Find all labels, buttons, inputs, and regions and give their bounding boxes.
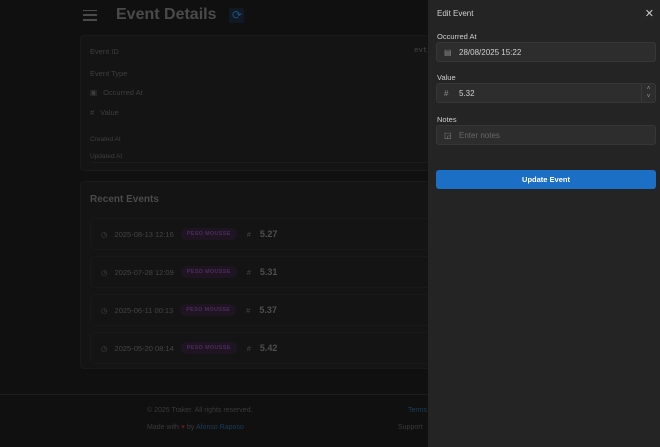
- created-at-label: Created At: [90, 136, 121, 143]
- event-type-badge: PESO MOUSSE: [180, 342, 237, 354]
- hash-icon: #: [246, 229, 251, 239]
- event-type-badge: PESO MOUSSE: [180, 228, 237, 240]
- made-with-text: Made with: [147, 424, 179, 431]
- page-title: Event Details: [116, 6, 217, 23]
- event-value: 5.31: [259, 267, 278, 277]
- close-icon[interactable]: ✕: [645, 7, 654, 20]
- drawer-title: Edit Event: [437, 9, 474, 18]
- hash-icon: #: [246, 343, 251, 353]
- clock-icon: ◷: [101, 343, 108, 353]
- notes-placeholder: Enter notes: [459, 130, 500, 140]
- edit-event-drawer: Edit Event ✕ Occurred At ▤ 28/08/2025 15:…: [428, 0, 660, 447]
- by-text: by: [186, 424, 195, 431]
- event-time: 2025-06-11 00:13: [114, 305, 174, 315]
- refresh-icon[interactable]: ⟳: [229, 7, 245, 23]
- updated-at-label: Updated At: [90, 153, 123, 160]
- chevron-down-icon[interactable]: ˅: [647, 93, 651, 101]
- recent-event-item[interactable]: ◷ 2025-07-28 12:09 PESO MOUSSE #5.31: [90, 256, 450, 288]
- heart-icon: ♥: [180, 424, 186, 431]
- occurred-at-label: Occurred At: [437, 32, 477, 41]
- chevron-up-icon[interactable]: ˄: [647, 85, 651, 93]
- event-value: 5.42: [259, 343, 278, 353]
- header: Event Details ⟳: [83, 6, 245, 24]
- clock-icon: ◷: [101, 267, 108, 277]
- recent-events-title: Recent Events: [90, 194, 159, 205]
- support-link[interactable]: Support: [398, 424, 423, 431]
- recent-event-item[interactable]: ◷ 2025-05-20 08:14 PESO MOUSSE #5.42: [90, 332, 450, 364]
- event-details-card: Event ID evt_ Event Type ▣ Occurred At # V…: [80, 35, 440, 171]
- copyright: © 2025 Traker. All rights reserved.: [147, 407, 253, 414]
- value-row: # Value: [90, 108, 119, 117]
- occurred-at-input[interactable]: ▤ 28/08/2025 15:22: [436, 42, 656, 62]
- note-icon: ◲: [444, 130, 452, 140]
- event-type-badge: PESO MOUSSE: [180, 266, 237, 278]
- hash-icon: #: [444, 88, 449, 98]
- recent-events-card: Recent Events ◷ 2025-08-13 12:16 PESO MOUS…: [80, 181, 450, 369]
- occurred-at-value: 28/08/2025 15:22: [459, 47, 522, 57]
- occurred-at-row: ▣ Occurred At: [90, 88, 143, 97]
- event-type-badge: PESO MOUSSE: [180, 304, 237, 316]
- clock-icon: ◷: [101, 229, 108, 239]
- calendar-icon: ▤: [444, 47, 452, 57]
- hash-icon: #: [246, 267, 251, 277]
- author-link[interactable]: Afonso Raposo: [196, 424, 244, 431]
- event-time: 2025-08-13 12:16: [114, 229, 174, 239]
- value-stepper[interactable]: ˄ ˅: [641, 84, 655, 102]
- clock-icon: ◷: [101, 305, 108, 315]
- event-type-label: Event Type: [90, 69, 128, 78]
- event-value: 5.37: [259, 305, 277, 315]
- value-input[interactable]: #5.32 ˄ ˅: [436, 83, 656, 103]
- notes-label: Notes: [437, 115, 457, 124]
- value-label: Value: [100, 108, 119, 117]
- notes-input[interactable]: ◲ Enter notes: [436, 125, 656, 145]
- event-id-label: Event ID: [90, 47, 119, 56]
- recent-event-item[interactable]: ◷ 2025-06-11 00:13 PESO MOUSSE #5.37: [90, 294, 450, 326]
- calendar-icon: ▣: [90, 88, 98, 97]
- hash-icon: #: [90, 108, 95, 117]
- terms-link[interactable]: Terms: [408, 407, 427, 414]
- value-label: Value: [437, 73, 456, 82]
- hash-icon: #: [246, 305, 251, 315]
- menu-icon[interactable]: [83, 9, 97, 21]
- recent-event-item[interactable]: ◷ 2025-08-13 12:16 PESO MOUSSE #5.27: [90, 218, 450, 250]
- event-time: 2025-05-20 08:14: [114, 343, 174, 353]
- update-event-button[interactable]: Update Event: [436, 170, 656, 189]
- event-value: 5.27: [259, 229, 278, 239]
- made-with: Made with ♥ by Afonso Raposo: [147, 424, 244, 431]
- value-value: 5.32: [459, 88, 475, 98]
- event-time: 2025-07-28 12:09: [114, 267, 174, 277]
- divider: [90, 162, 439, 163]
- occurred-at-label: Occurred At: [103, 88, 143, 97]
